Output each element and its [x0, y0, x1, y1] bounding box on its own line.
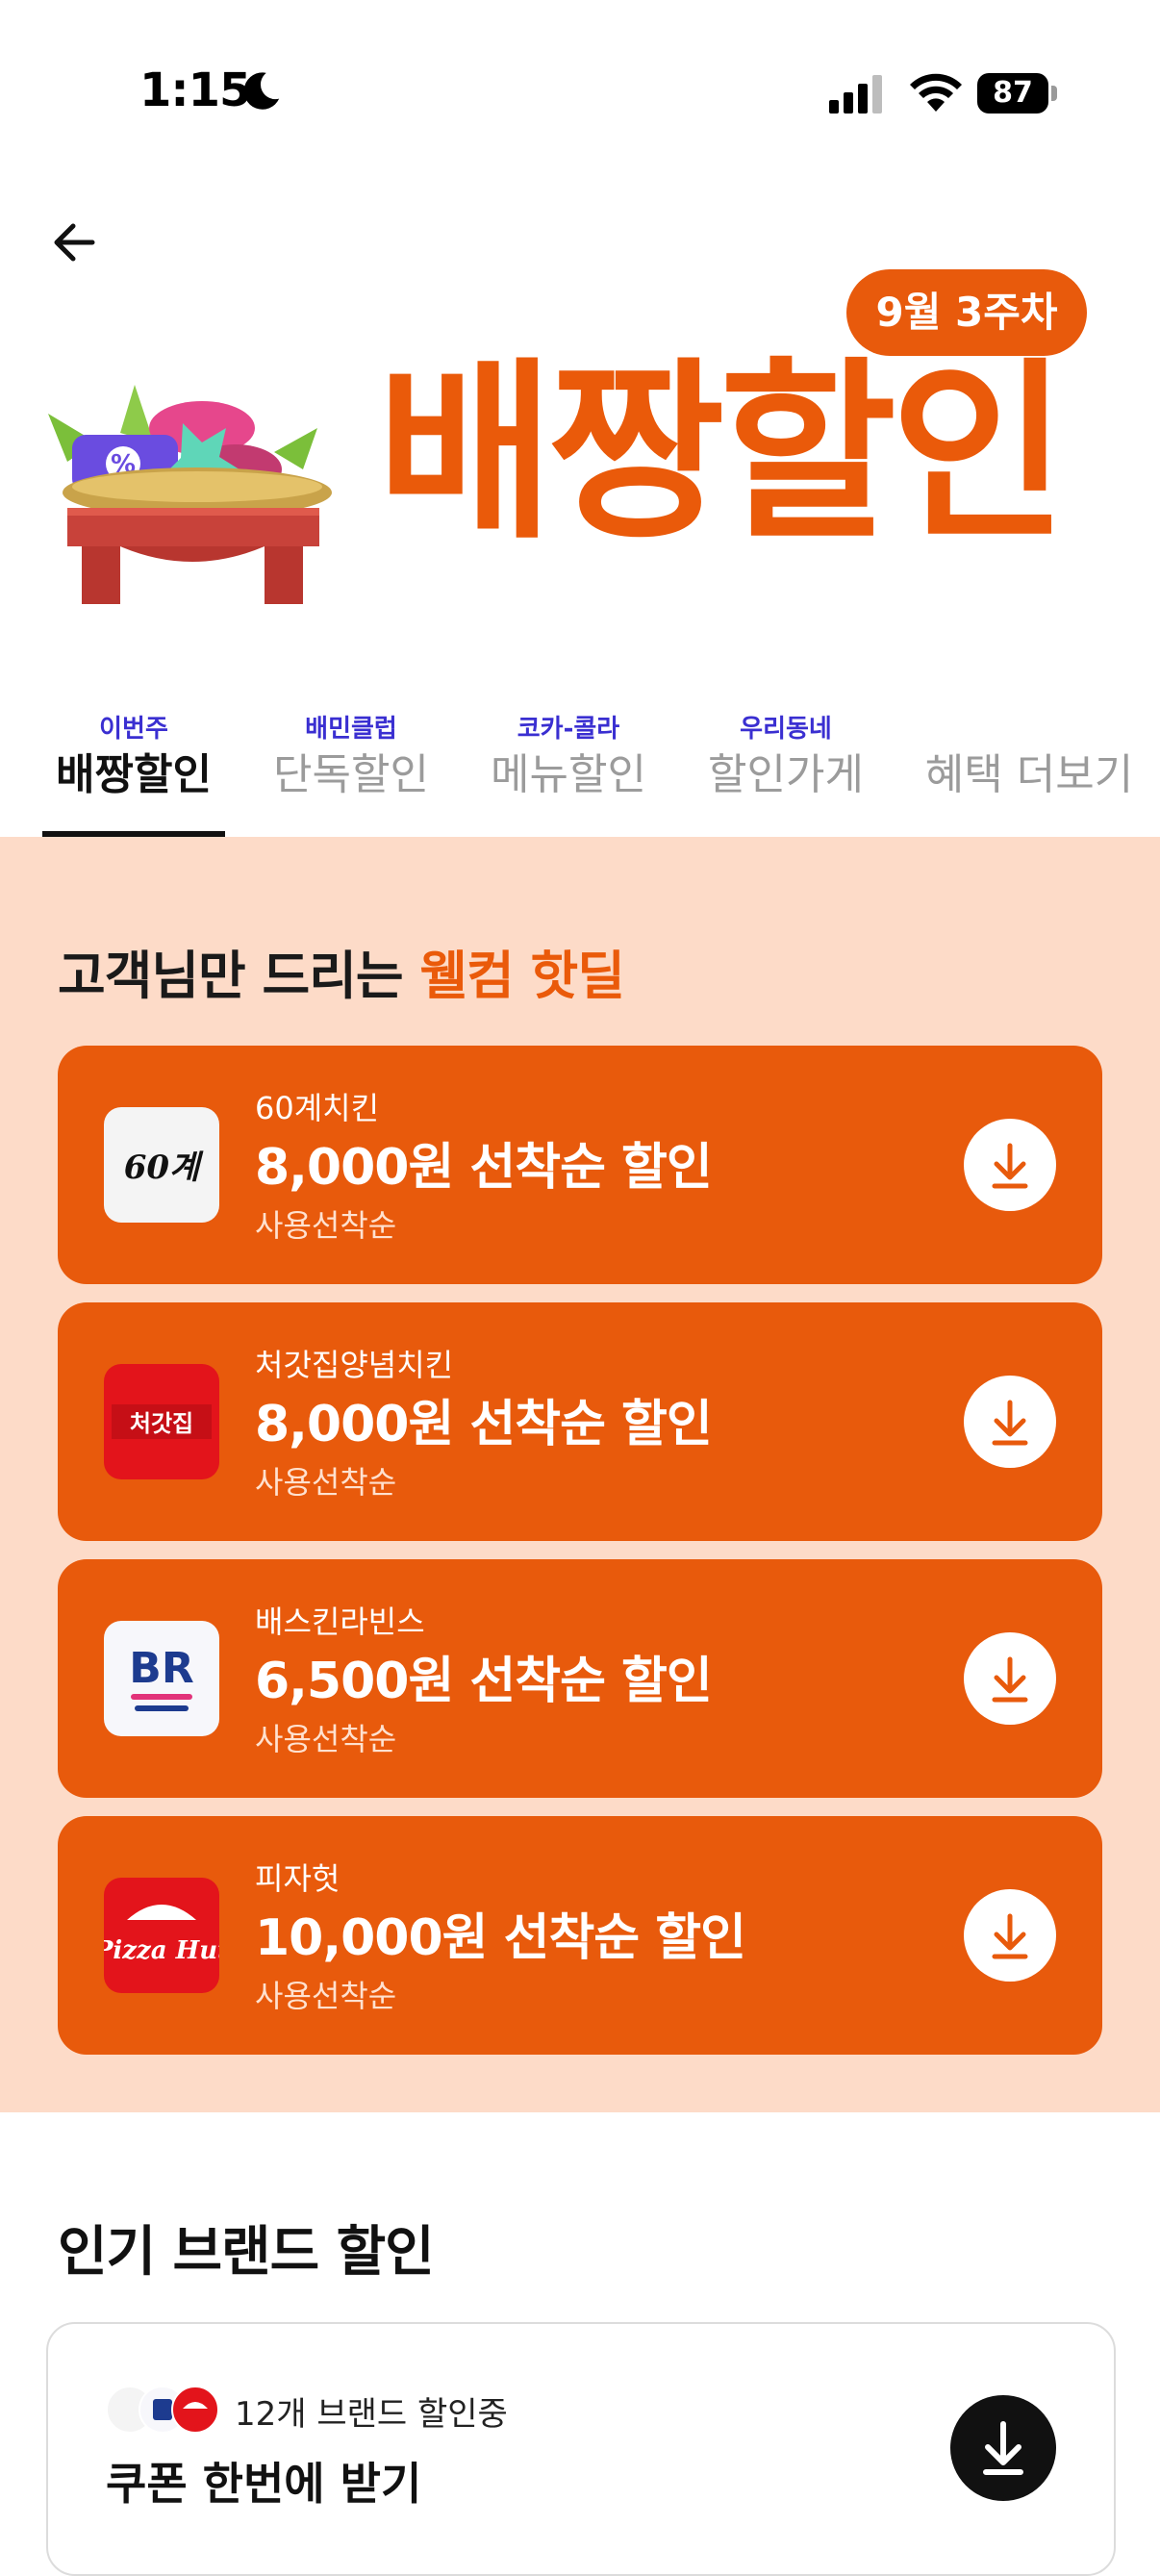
bundle-coupon-card[interactable]: 12개 브랜드 할인중 쿠폰 한번에 받기: [46, 2322, 1116, 2576]
tab-label: 배짱할인: [56, 750, 212, 799]
coupon-brand: 60계치킨: [255, 1090, 380, 1126]
brand-logo-60gye: 60계: [104, 1107, 219, 1223]
tab-sublabel: 배민클럽: [305, 715, 397, 744]
brand-logo-cheogajip: 처갓집: [104, 1364, 219, 1479]
coupon-amount: 8,000원 선착순 할인: [255, 1139, 713, 1197]
status-time: 1:15: [139, 63, 251, 117]
tab-more-benefits[interactable]: 혜택 더보기: [914, 712, 1145, 804]
logo-text: BR: [129, 1644, 193, 1693]
logo-text: Pizza Hut: [104, 1936, 219, 1965]
tab-sublabel: 코카-콜라: [517, 715, 620, 744]
coupon-note: 사용선착순: [255, 1207, 397, 1244]
battery-level: 87: [977, 73, 1048, 114]
tab-this-week[interactable]: 이번주 배짱할인: [42, 712, 225, 804]
logo-text: 60계: [124, 1149, 204, 1187]
download-all-icon[interactable]: [950, 2395, 1056, 2501]
download-coupon-icon[interactable]: [964, 1376, 1056, 1468]
moon-icon: [243, 72, 280, 110]
coupon-card[interactable]: BR 배스킨라빈스 6,500원 선착순 할인 사용선착순: [58, 1559, 1102, 1798]
coupon-card[interactable]: 60계 60계치킨 8,000원 선착순 할인 사용선착순: [58, 1046, 1102, 1284]
coupon-brand: 처갓집양념치킨: [255, 1347, 454, 1383]
tab-menu-discount[interactable]: 코카-콜라 메뉴할인: [477, 712, 660, 804]
popular-brands-title: 인기 브랜드 할인: [58, 2221, 435, 2284]
category-tabs: 이번주 배짱할인 배민클럽 단독할인 코카-콜라 메뉴할인 우리동네 할인가게 …: [0, 712, 1160, 837]
coupon-card[interactable]: Pizza Hut 피자헛 10,000원 선착순 할인 사용선착순: [58, 1816, 1102, 2055]
welcome-title-highlight: 웰컴 핫딜: [419, 946, 625, 1006]
mini-logo-pizza-hut: [171, 2386, 219, 2434]
logo-text: 처갓집: [130, 1410, 193, 1437]
battery-indicator: 87: [977, 73, 1058, 115]
download-coupon-icon[interactable]: [964, 1889, 1056, 1982]
brand-logo-pizza-hut: Pizza Hut: [104, 1878, 219, 1993]
cellular-signal-icon: [829, 75, 882, 114]
welcome-title-prefix: 고객님만 드리는: [58, 946, 420, 1006]
brand-logo-baskin-robbins: BR: [104, 1621, 219, 1736]
coupon-amount: 10,000원 선착순 할인: [255, 1909, 746, 1967]
tab-exclusive[interactable]: 배민클럽 단독할인: [260, 712, 442, 804]
bundle-cta: 쿠폰 한번에 받기: [106, 2458, 422, 2510]
coupon-note: 사용선착순: [255, 1978, 397, 2014]
battery-tip: [1051, 86, 1057, 101]
download-coupon-icon[interactable]: [964, 1632, 1056, 1725]
tab-sublabel: [914, 712, 1145, 746]
tab-label: 할인가게: [708, 750, 864, 799]
hero-title: 배짱할인: [377, 341, 1068, 566]
coupon-offering-illustration: %: [48, 385, 332, 604]
coupon-amount: 8,000원 선착순 할인: [255, 1396, 713, 1453]
brand-logo-stack: [106, 2386, 231, 2434]
tab-sublabel: 우리동네: [740, 715, 832, 744]
tab-local-stores[interactable]: 우리동네 할인가게: [694, 712, 877, 804]
tab-sublabel: 이번주: [99, 715, 168, 744]
tab-label: 혜택 더보기: [924, 750, 1134, 799]
coupon-brand: 피자헛: [255, 1860, 340, 1897]
coupon-note: 사용선착순: [255, 1464, 397, 1501]
coupon-note: 사용선착순: [255, 1721, 397, 1757]
coupon-card[interactable]: 처갓집 처갓집양념치킨 8,000원 선착순 할인 사용선착순: [58, 1302, 1102, 1541]
tab-label: 단독할인: [273, 750, 429, 799]
wifi-icon: [910, 73, 962, 112]
bundle-brand-count: 12개 브랜드 할인중: [235, 2395, 508, 2434]
welcome-title: 고객님만 드리는 웰컴 핫딜: [58, 933, 625, 1009]
back-arrow-icon[interactable]: [46, 214, 104, 271]
download-coupon-icon[interactable]: [964, 1119, 1056, 1211]
tab-label: 메뉴할인: [491, 750, 646, 799]
coupon-brand: 배스킨라빈스: [255, 1604, 425, 1640]
coupon-amount: 6,500원 선착순 할인: [255, 1653, 713, 1710]
